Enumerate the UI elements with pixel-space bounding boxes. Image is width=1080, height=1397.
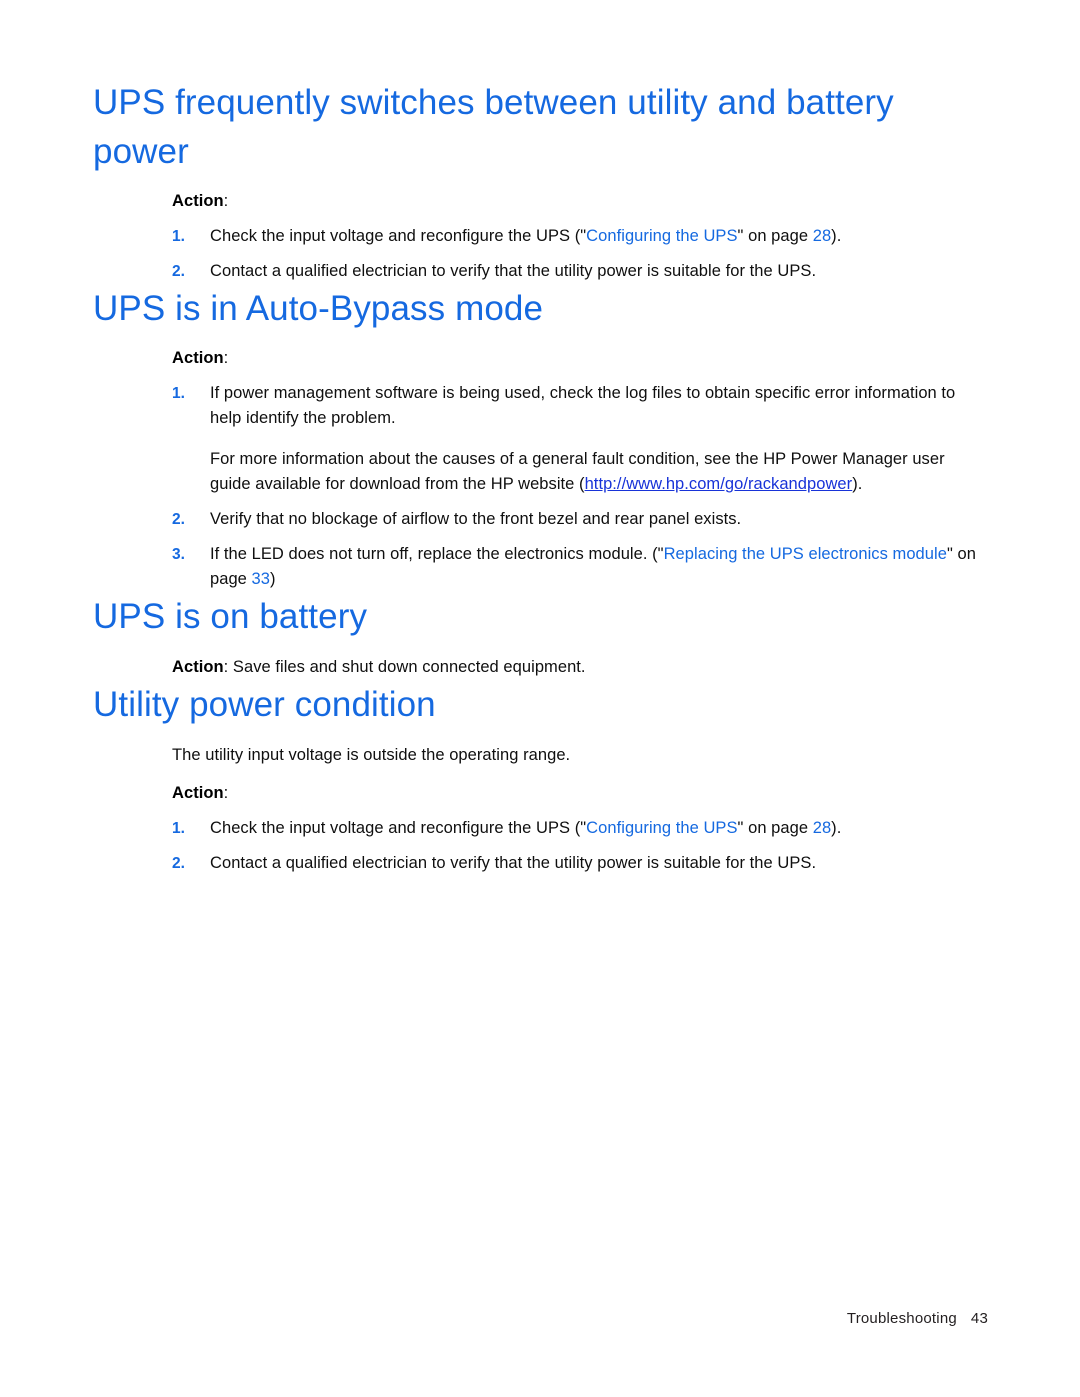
- step-sub-paragraph: For more information about the causes of…: [210, 447, 988, 497]
- sub-paragraph-text-after: ).: [852, 475, 863, 493]
- section-body-ups-on-battery: Action: Save files and shut down connect…: [172, 655, 988, 680]
- section-heading-ups-on-battery: UPS is on battery: [93, 597, 368, 636]
- action-label-text: Action: [172, 192, 224, 210]
- action-label-text: Action: [172, 784, 224, 802]
- page-reference-link[interactable]: 33: [252, 570, 270, 588]
- action-colon: :: [223, 192, 229, 210]
- inline-action-text: : Save files and shut down connected equ…: [223, 658, 586, 676]
- step-text-before: Contact a qualified electrician to verif…: [210, 854, 817, 872]
- external-url-link-rackandpower[interactable]: http://www.hp.com/go/rackandpower: [585, 475, 853, 493]
- action-colon: :: [223, 349, 229, 367]
- step-number: 1.: [172, 228, 186, 245]
- list-item: 2. Contact a qualified electrician to ver…: [172, 259, 988, 284]
- list-item: 1. Check the input voltage and reconfigur…: [172, 224, 988, 249]
- list-item: 2. Contact a qualified electrician to ver…: [172, 851, 988, 876]
- footer-chapter-name: Troubleshooting: [846, 1310, 957, 1327]
- step-text-before: Check the input voltage and reconfigure …: [210, 227, 587, 245]
- inline-action-paragraph: Action: Save files and shut down connect…: [172, 655, 988, 680]
- cross-reference-link-replacing-ups-electronics-module[interactable]: Replacing the UPS electronics module: [664, 545, 947, 563]
- step-number: 2.: [172, 511, 186, 528]
- step-text-after: ).: [831, 819, 842, 837]
- lead-paragraph: The utility input voltage is outside the…: [172, 746, 571, 764]
- page-reference-link[interactable]: 28: [813, 227, 831, 245]
- step-text-before: If power management software is being us…: [210, 384, 956, 427]
- page-reference-link[interactable]: 28: [813, 819, 831, 837]
- step-text-middle: " on page: [737, 227, 813, 245]
- step-text-after: ).: [831, 227, 842, 245]
- section-body-ups-frequently-switches: Action: 1. Check the input voltage and re…: [172, 189, 988, 284]
- list-item: 1. Check the input voltage and reconfigur…: [172, 816, 988, 841]
- steps-list-ups-frequently-switches: 1. Check the input voltage and reconfigur…: [172, 224, 988, 284]
- step-text-before: Verify that no blockage of airflow to th…: [210, 510, 742, 528]
- step-text-before: Check the input voltage and reconfigure …: [210, 819, 587, 837]
- step-text-before: If the LED does not turn off, replace th…: [210, 545, 664, 563]
- steps-list-utility-power-condition: 1. Check the input voltage and reconfigur…: [172, 816, 988, 876]
- action-label: Action:: [172, 781, 988, 806]
- cross-reference-link-configuring-the-ups[interactable]: Configuring the UPS: [586, 819, 737, 837]
- action-label: Action:: [172, 189, 988, 214]
- step-number: 1.: [172, 820, 186, 837]
- section-heading-ups-frequently-switches: UPS frequently switches between utility …: [93, 83, 894, 171]
- step-number: 2.: [172, 263, 186, 280]
- list-item: 1. If power management software is being …: [172, 381, 988, 497]
- step-text-before: Contact a qualified electrician to verif…: [210, 262, 817, 280]
- action-colon: :: [223, 784, 229, 802]
- steps-list-ups-auto-bypass: 1. If power management software is being …: [172, 381, 988, 592]
- step-text-after: ): [270, 570, 276, 588]
- section-heading-ups-auto-bypass: UPS is in Auto-Bypass mode: [93, 289, 544, 328]
- step-number: 3.: [172, 546, 186, 563]
- section-body-ups-auto-bypass: Action: 1. If power management software i…: [172, 346, 988, 592]
- list-item: 2. Verify that no blockage of airflow to …: [172, 507, 988, 532]
- section-body-utility-power-condition: The utility input voltage is outside the…: [172, 743, 988, 876]
- page-content: UPS frequently switches between utility …: [93, 78, 988, 876]
- step-number: 2.: [172, 855, 186, 872]
- cross-reference-link-configuring-the-ups[interactable]: Configuring the UPS: [586, 227, 737, 245]
- list-item: 3. If the LED does not turn off, replace …: [172, 542, 988, 592]
- action-label: Action:: [172, 346, 988, 371]
- section-heading-utility-power-condition: Utility power condition: [93, 685, 436, 724]
- step-text-middle: " on page: [737, 819, 813, 837]
- action-label-text: Action: [172, 658, 224, 676]
- page-footer: Troubleshooting 43: [0, 1310, 1080, 1327]
- step-number: 1.: [172, 385, 186, 402]
- footer-page-number: 43: [970, 1310, 988, 1327]
- document-page: UPS frequently switches between utility …: [0, 0, 1080, 1397]
- action-label-text: Action: [172, 349, 224, 367]
